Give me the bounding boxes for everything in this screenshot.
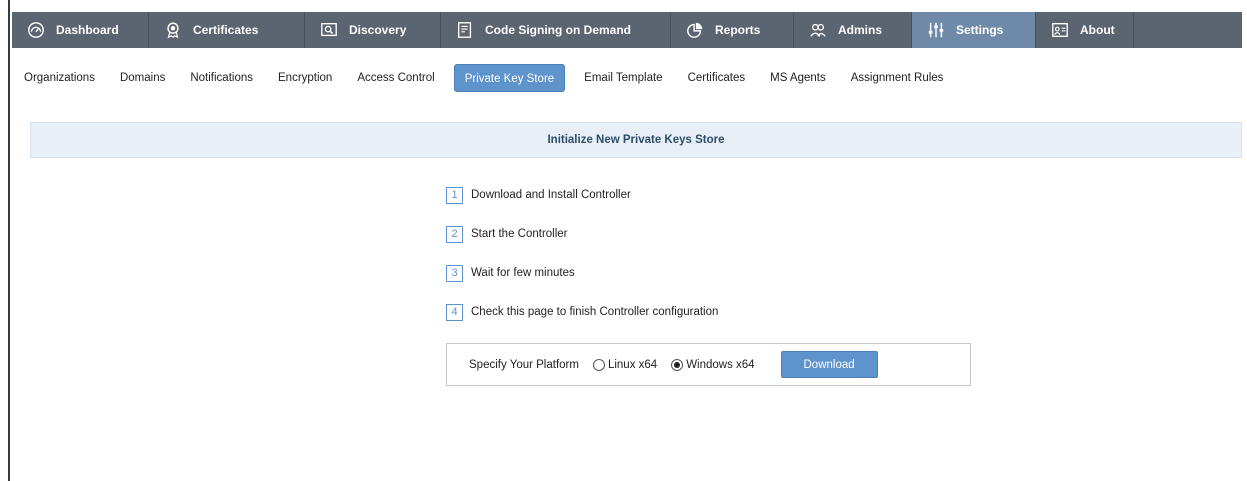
tab-label: About <box>1080 23 1115 37</box>
step-text: Check this page to finish Controller con… <box>471 306 719 318</box>
tab-label: Admins <box>838 23 883 37</box>
tab-discovery[interactable]: Discovery <box>305 12 441 48</box>
tab-label: Settings <box>956 23 1004 37</box>
discovery-icon <box>319 20 339 40</box>
tab-label: Discovery <box>349 23 407 37</box>
reports-icon <box>685 20 705 40</box>
certificate-icon <box>163 20 183 40</box>
subnav-ms-agents[interactable]: MS Agents <box>770 64 826 92</box>
tab-reports[interactable]: Reports <box>671 12 794 48</box>
step-text: Download and Install Controller <box>471 189 631 201</box>
tab-certificates[interactable]: Certificates <box>149 12 305 48</box>
step-item: 2 Start the Controller <box>446 223 718 245</box>
settings-subnav: Organizations Domains Notifications Encr… <box>24 64 968 92</box>
step-number: 4 <box>446 303 463 321</box>
subnav-certificates[interactable]: Certificates <box>688 64 746 92</box>
tab-label: Reports <box>715 23 761 37</box>
left-border <box>8 0 10 481</box>
radio-windows-x64[interactable]: Windows x64 <box>671 358 755 371</box>
radio-button[interactable] <box>592 358 605 371</box>
subnav-assignment-rules[interactable]: Assignment Rules <box>851 64 944 92</box>
subnav-domains[interactable]: Domains <box>120 64 165 92</box>
tab-settings[interactable]: Settings <box>912 12 1036 48</box>
tab-code-signing[interactable]: Code Signing on Demand <box>441 12 671 48</box>
step-item: 1 Download and Install Controller <box>446 184 718 206</box>
subnav-organizations[interactable]: Organizations <box>24 64 95 92</box>
tab-label: Code Signing on Demand <box>485 23 631 37</box>
step-item: 4 Check this page to finish Controller c… <box>446 301 718 323</box>
step-text: Start the Controller <box>471 228 568 240</box>
tab-admins[interactable]: Admins <box>794 12 912 48</box>
page-title: Initialize New Private Keys Store <box>547 134 725 146</box>
tab-label: Certificates <box>193 23 259 37</box>
subnav-access-control[interactable]: Access Control <box>357 64 434 92</box>
step-number: 1 <box>446 186 463 204</box>
about-icon <box>1050 20 1070 40</box>
page-title-banner: Initialize New Private Keys Store <box>30 122 1242 158</box>
platform-selector: Specify Your Platform Linux x64 Windows … <box>446 343 971 386</box>
radio-label: Windows x64 <box>686 358 755 371</box>
top-nav: Dashboard Certificates Discovery Code Si… <box>12 12 1242 48</box>
radio-linux-x64[interactable]: Linux x64 <box>592 358 658 371</box>
code-signing-icon <box>455 20 475 40</box>
subnav-encryption[interactable]: Encryption <box>278 64 332 92</box>
download-button[interactable]: Download <box>780 351 878 378</box>
subnav-private-key-store[interactable]: Private Key Store <box>453 64 566 92</box>
topnav-filler <box>1134 12 1242 48</box>
dashboard-icon <box>26 20 46 40</box>
subnav-notifications[interactable]: Notifications <box>190 64 253 92</box>
tab-label: Dashboard <box>56 23 119 37</box>
setup-steps: 1 Download and Install Controller 2 Star… <box>446 184 718 340</box>
step-item: 3 Wait for few minutes <box>446 262 718 284</box>
platform-label: Specify Your Platform <box>469 358 579 371</box>
tab-about[interactable]: About <box>1036 12 1134 48</box>
radio-label: Linux x64 <box>607 358 658 371</box>
step-number: 2 <box>446 225 463 243</box>
subnav-email-template[interactable]: Email Template <box>584 64 662 92</box>
step-number: 3 <box>446 264 463 282</box>
admins-icon <box>808 20 828 40</box>
step-text: Wait for few minutes <box>471 267 575 279</box>
tab-dashboard[interactable]: Dashboard <box>12 12 149 48</box>
settings-icon <box>926 20 946 40</box>
radio-button[interactable] <box>671 358 684 371</box>
